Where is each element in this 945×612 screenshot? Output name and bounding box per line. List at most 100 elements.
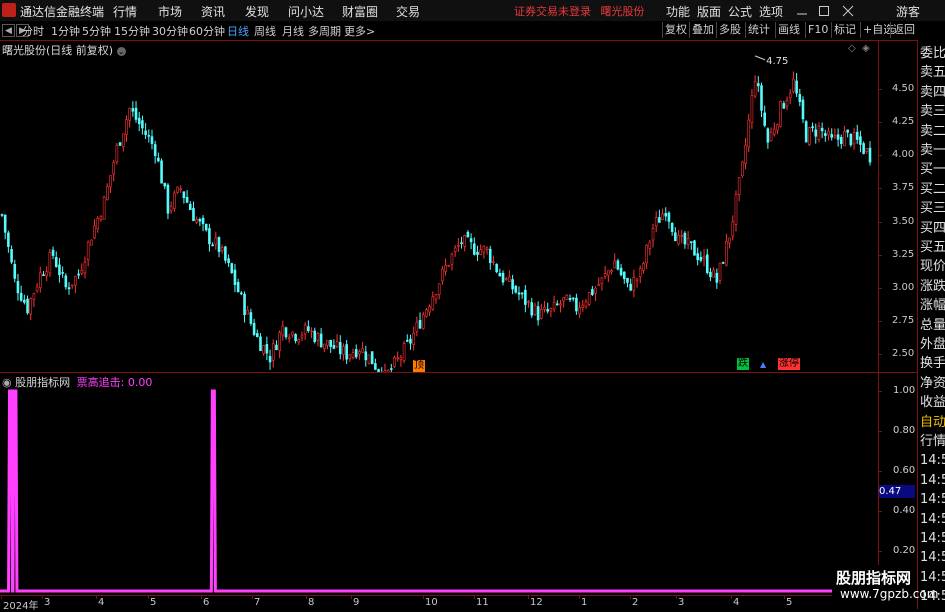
period-1min[interactable]: 1分钟 xyxy=(51,23,80,39)
f10-button[interactable]: F10 xyxy=(805,22,830,38)
candle xyxy=(271,339,275,368)
menu-item-quotes[interactable]: 行情 xyxy=(113,3,137,20)
candle xyxy=(67,282,71,295)
candle xyxy=(125,115,128,142)
period-5min[interactable]: 5分钟 xyxy=(82,23,111,39)
period-30min[interactable]: 30分钟 xyxy=(152,23,188,39)
candle xyxy=(141,115,144,135)
side-panel-item[interactable]: 涨幅 xyxy=(920,297,945,314)
side-panel-item[interactable]: 卖二 xyxy=(920,123,945,140)
side-panel-item[interactable]: 涨跌 xyxy=(920,278,945,295)
candle xyxy=(642,261,645,274)
side-panel-item[interactable]: 卖五 xyxy=(920,64,945,81)
indicator-line xyxy=(0,389,878,593)
side-panel-item[interactable]: 卖四 xyxy=(920,84,945,101)
candle xyxy=(192,201,195,222)
menu-item-ask[interactable]: 问小达 xyxy=(288,3,324,20)
multi-stock-button[interactable]: 多股 xyxy=(716,22,743,38)
candle xyxy=(600,277,604,291)
candle xyxy=(102,195,106,220)
adjust-button[interactable]: 复权 xyxy=(662,22,689,38)
side-panel-item[interactable]: 外盘 xyxy=(920,336,945,353)
period-intraday[interactable]: 分时 xyxy=(22,23,44,39)
menu-item-discover[interactable]: 发现 xyxy=(245,3,269,20)
candle xyxy=(626,277,629,288)
menu-item-market[interactable]: 市场 xyxy=(158,3,182,20)
login-notice[interactable]: 证券交易未登录 曙光股份 xyxy=(514,3,645,19)
candle xyxy=(527,300,530,308)
indicator-tick-label: 1.00 xyxy=(893,385,916,396)
side-panel-item[interactable]: 买四 xyxy=(920,220,945,237)
candle xyxy=(852,127,856,150)
kline-chart[interactable]: 4.752.25 xyxy=(0,40,878,372)
indicator-tick-mark xyxy=(878,551,882,552)
side-panel-item[interactable]: 卖三 xyxy=(920,103,945,120)
side-panel-item[interactable]: 总量 xyxy=(920,317,945,334)
candle xyxy=(495,263,498,274)
menu-item-options[interactable]: 选项 xyxy=(759,3,783,20)
side-panel-item[interactable]: 买三 xyxy=(920,200,945,217)
side-panel-item[interactable]: 买一 xyxy=(920,161,945,178)
prev-stock-button[interactable]: ◀ xyxy=(2,24,15,37)
indicator-tick-mark xyxy=(878,511,882,512)
candle xyxy=(402,341,406,364)
close-icon[interactable] xyxy=(842,5,854,17)
mark-button[interactable]: 标记 xyxy=(831,22,858,38)
date-axis-label: 4 xyxy=(733,597,740,608)
side-panel-item[interactable]: 14:56 xyxy=(920,588,945,605)
period-daily[interactable]: 日线 xyxy=(227,23,249,39)
candle xyxy=(753,75,757,99)
menu-item-news[interactable]: 资讯 xyxy=(201,3,225,20)
indicator-tick-label: 0.40 xyxy=(893,505,916,516)
menu-item-layout[interactable]: 版面 xyxy=(697,3,721,20)
side-panel-item[interactable]: 14:56 xyxy=(920,569,945,586)
candle xyxy=(374,358,377,371)
candle xyxy=(61,266,64,278)
chart-settings-icon[interactable]: ◈ xyxy=(862,43,870,54)
maximize-icon[interactable] xyxy=(818,5,830,17)
period-multi[interactable]: 多周期 xyxy=(308,23,341,39)
period-15min[interactable]: 15分钟 xyxy=(114,23,150,39)
date-axis-tick xyxy=(201,595,202,599)
guest-user[interactable]: 游客 xyxy=(896,3,920,20)
candle xyxy=(814,123,818,144)
candle xyxy=(96,216,100,233)
candle xyxy=(246,305,250,315)
candle xyxy=(782,100,786,109)
candle xyxy=(712,267,715,278)
period-more[interactable]: 更多> xyxy=(344,23,375,39)
candle xyxy=(635,278,639,288)
overlay-button[interactable]: 叠加 xyxy=(689,22,716,38)
menu-item-wealth[interactable]: 财富圈 xyxy=(342,3,378,20)
side-panel-item[interactable]: 卖一 xyxy=(920,142,945,159)
side-panel-item[interactable]: 买二 xyxy=(920,181,945,198)
candle xyxy=(307,320,310,333)
period-60min[interactable]: 60分钟 xyxy=(189,23,225,39)
candle xyxy=(855,124,859,144)
back-button[interactable]: 返回 xyxy=(890,22,917,38)
draw-button[interactable]: 画线 xyxy=(775,22,802,38)
date-axis-tick xyxy=(96,595,97,599)
side-panel-item[interactable]: 现价 xyxy=(920,258,945,275)
period-weekly[interactable]: 周线 xyxy=(254,23,276,39)
menu-item-trade[interactable]: 交易 xyxy=(396,3,420,20)
side-panel-item[interactable]: 收益 xyxy=(920,394,945,411)
diamond-icon[interactable]: ◇ xyxy=(848,43,856,54)
minimize-icon[interactable] xyxy=(796,5,808,17)
side-panel-item[interactable]: 买五 xyxy=(920,239,945,256)
menu-item-formula[interactable]: 公式 xyxy=(728,3,752,20)
candle xyxy=(351,348,355,360)
side-panel-item[interactable]: 委比 xyxy=(920,45,945,62)
candle xyxy=(358,349,361,360)
period-monthly[interactable]: 月线 xyxy=(282,23,304,39)
candle xyxy=(38,266,42,293)
date-axis-tick xyxy=(676,595,677,599)
date-axis-label: 5 xyxy=(150,597,157,608)
candle xyxy=(160,158,163,184)
candle xyxy=(16,273,20,301)
indicator-chart[interactable] xyxy=(0,388,878,593)
candle xyxy=(166,183,170,220)
side-panel-item[interactable]: 换手 xyxy=(920,355,945,372)
menu-item-function[interactable]: 功能 xyxy=(666,3,690,20)
stats-button[interactable]: 统计 xyxy=(745,22,772,38)
